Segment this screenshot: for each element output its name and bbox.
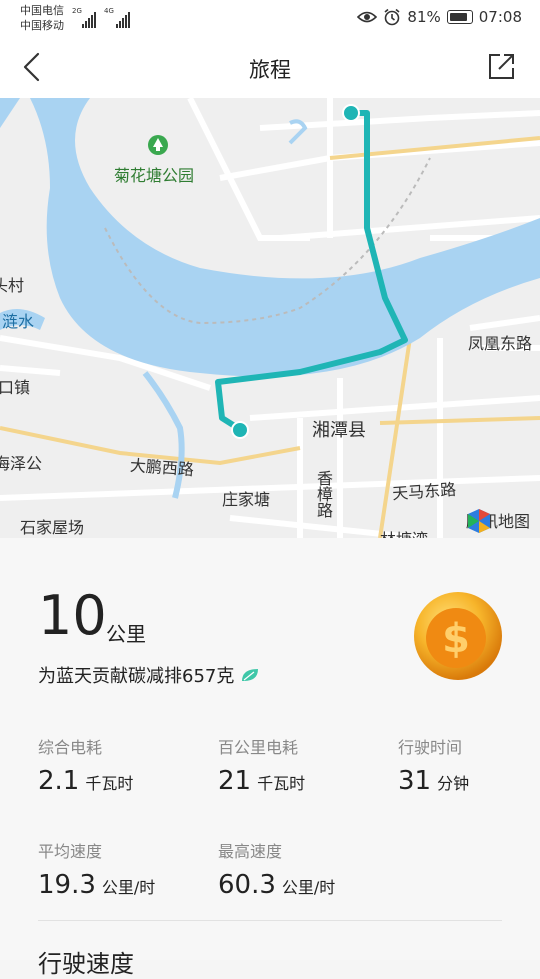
speed-section-title: 行驶速度 <box>38 950 134 978</box>
status-right: 81% 07:08 <box>357 8 522 26</box>
battery-icon <box>446 10 473 24</box>
clock: 07:08 <box>478 8 522 26</box>
map-label-lintang: 林塘湾 <box>380 526 428 538</box>
trip-distance-unit: 公里 <box>106 622 146 646</box>
stat-avg-speed: 平均速度 19.3 公里/时 <box>38 838 155 900</box>
stat-unit: 公里/时 <box>281 878 336 897</box>
network-1-label: 2G <box>72 7 82 15</box>
map-label-zhuangjiatang: 庄家塘 <box>222 490 271 509</box>
stat-label: 综合电耗 <box>38 738 103 757</box>
stat-label: 最高速度 <box>218 842 283 861</box>
stat-label: 行驶时间 <box>398 738 463 757</box>
status-bar: 中国电信 中国移动 2G 4G 81% 07:08 <box>0 0 540 38</box>
battery-percent: 81% <box>407 8 441 26</box>
carbon-text: 为蓝天贡献碳减排657克 <box>38 666 235 687</box>
tencent-map-icon <box>467 509 490 533</box>
map-provider-logo: 腾讯地图 <box>466 508 530 533</box>
network-2-label: 4G <box>104 7 114 15</box>
stat-value: 60.3 <box>218 870 276 900</box>
stat-value: 21 <box>218 766 252 796</box>
eye-icon <box>357 11 378 23</box>
map-label-river: 涟水 <box>2 312 35 331</box>
carrier-names: 中国电信 中国移动 <box>20 3 64 33</box>
svg-text:$: $ <box>442 616 470 662</box>
stat-value: 31 <box>398 766 432 796</box>
coin-icon[interactable]: $ <box>412 590 504 682</box>
map-label-park: 菊花塘公园 <box>114 166 195 185</box>
stat-max-speed: 最高速度 60.3 公里/时 <box>218 838 335 900</box>
map-label-road-xiangzhang: 香樟路 <box>314 470 333 518</box>
stat-value: 2.1 <box>38 766 80 796</box>
carrier-1: 中国电信 <box>20 4 64 17</box>
map-label-road-dapeng: 大鹏西路 <box>129 455 195 480</box>
stat-unit: 公里/时 <box>101 878 156 897</box>
map-label-road-fenghuang: 凤凰东路 <box>468 334 533 353</box>
page-title: 旅程 <box>249 58 291 82</box>
map-label-haize: 海泽公 <box>0 454 43 473</box>
stat-per-100km: 百公里电耗 21 千瓦时 <box>218 734 305 796</box>
route-map[interactable]: 菊花塘公园 头村 涟水 口镇 凤凰东路 湘潭县 海泽公 大鹏西路 香樟路 天马东… <box>0 98 540 538</box>
signal-1-icon: 2G <box>72 7 97 28</box>
stat-drive-time: 行驶时间 31 分钟 <box>398 734 469 796</box>
carrier-2: 中国移动 <box>20 19 64 32</box>
top-bar: 旅程 <box>0 38 540 99</box>
divider <box>38 920 502 921</box>
stat-label: 百公里电耗 <box>218 738 299 757</box>
map-canvas <box>0 98 540 538</box>
trip-distance: 10 <box>38 584 107 647</box>
stat-unit: 千瓦时 <box>85 774 134 793</box>
map-label-town: 口镇 <box>0 378 31 397</box>
alarm-icon <box>384 8 400 26</box>
map-label-shijia: 石家屋场 <box>20 518 85 537</box>
map-label-road-tianma: 天马东路 <box>391 479 457 504</box>
trip-summary: 10 公里 为蓝天贡献碳减排657克 $ 综合电耗 2.1 千瓦时 百公里电耗 2… <box>0 538 540 978</box>
carbon-saving: 为蓝天贡献碳减排657克 <box>38 662 260 688</box>
stat-value: 19.3 <box>38 870 96 900</box>
share-icon[interactable] <box>486 50 518 82</box>
map-label-village: 头村 <box>0 276 25 295</box>
stat-unit: 千瓦时 <box>257 774 306 793</box>
stat-unit: 分钟 <box>437 774 470 793</box>
signal-2-icon: 4G <box>104 7 131 28</box>
stat-label: 平均速度 <box>38 842 103 861</box>
map-label-county: 湘潭县 <box>312 420 366 441</box>
leaf-icon <box>242 669 259 681</box>
stat-consumption: 综合电耗 2.1 千瓦时 <box>38 734 133 796</box>
